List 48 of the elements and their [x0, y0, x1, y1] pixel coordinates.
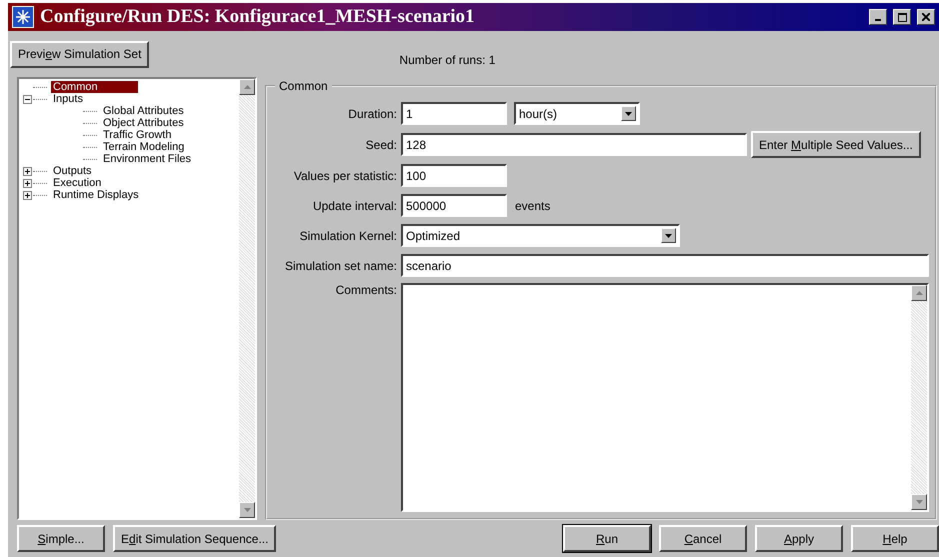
scroll-down-icon[interactable] — [239, 502, 255, 518]
tree-item[interactable]: Environment Files — [101, 153, 204, 165]
input-field[interactable]: scenario — [401, 254, 929, 277]
field-label: Values per statistic: — [292, 168, 397, 182]
tree-item[interactable]: Global Attributes — [101, 105, 196, 117]
input-field[interactable]: 100 — [401, 164, 507, 187]
dialog-button[interactable]: Apply — [755, 525, 843, 552]
tree-item[interactable]: Runtime Displays — [51, 189, 151, 201]
duration-field[interactable]: 1 — [401, 102, 507, 125]
field-label: Duration: — [347, 106, 397, 120]
tree-item[interactable]: Inputs — [51, 93, 95, 105]
window-title: Configure/Run DES: Konfigurace1_MESH-scenario1 — [40, 6, 476, 28]
expand-icon[interactable] — [23, 190, 32, 200]
dialog-button[interactable]: Run — [563, 525, 651, 552]
tree-item[interactable]: Execution — [51, 177, 114, 189]
minimize-icon[interactable] — [869, 9, 887, 25]
tree-item[interactable]: Traffic Growth — [101, 129, 184, 141]
kernel-dropdown[interactable]: Optimized — [401, 224, 680, 247]
scroll-up-icon[interactable] — [911, 285, 927, 301]
seed-field[interactable]: 128 — [401, 133, 747, 156]
seed-values-button[interactable]: Enter Multiple Seed Values... — [751, 131, 921, 158]
tree-item[interactable]: Outputs — [51, 165, 104, 177]
field-label: Update interval: — [312, 198, 397, 212]
field-label: Simulation set name: — [284, 258, 397, 272]
expand-icon[interactable] — [23, 178, 32, 188]
dialog-button[interactable]: Help — [851, 525, 939, 552]
preview-button[interactable]: Preview Simulation Set — [10, 40, 150, 68]
input-field[interactable]: 500000 — [401, 194, 507, 217]
group-title: Common — [275, 79, 332, 93]
tree-item[interactable]: Terrain Modeling — [101, 141, 196, 153]
tree-item[interactable]: Common — [51, 81, 138, 93]
unit-dropdown[interactable]: hour(s) — [514, 102, 640, 125]
field-label: Comments: — [334, 283, 397, 297]
field-label: Simulation Kernel: — [298, 228, 397, 242]
runs-count: Number of runs: 1 — [399, 53, 496, 67]
tree-item[interactable]: Object Attributes — [101, 117, 196, 129]
unit-label: events — [515, 198, 550, 212]
sequence-button[interactable]: Edit Simulation Sequence... — [113, 525, 276, 552]
scroll-up-icon[interactable] — [239, 79, 255, 95]
field-label: Seed: — [364, 138, 397, 152]
close-icon[interactable] — [917, 9, 935, 25]
collapse-icon[interactable] — [23, 94, 32, 104]
expand-icon[interactable] — [23, 166, 32, 176]
scroll-down-icon[interactable] — [911, 494, 927, 510]
maximize-icon[interactable] — [893, 9, 911, 25]
dialog-button[interactable]: Cancel — [659, 525, 747, 552]
comments-field[interactable] — [401, 283, 929, 512]
simple-button[interactable]: Simple... — [17, 525, 105, 552]
